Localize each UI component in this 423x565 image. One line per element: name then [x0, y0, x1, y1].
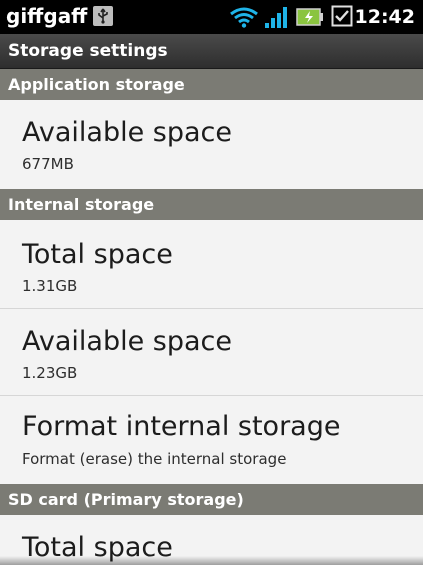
item-title: Total space: [22, 239, 173, 270]
carrier-name: giffgaff: [6, 4, 88, 28]
section-header-application-storage: Application storage: [0, 69, 423, 100]
item-title: Available space: [22, 117, 233, 148]
item-title: Format internal storage: [22, 411, 341, 442]
checkbox-notification-icon: [331, 5, 353, 27]
wifi-icon: [230, 7, 258, 28]
title-bar: Storage settings: [0, 34, 423, 69]
item-title: Available space: [22, 326, 233, 357]
section-header-internal-storage: Internal storage: [0, 189, 423, 220]
clock: 12:42: [354, 6, 415, 28]
status-bar: giffgaff 12:42: [0, 0, 423, 34]
signal-icon: [265, 7, 287, 28]
section-title: SD card (Primary storage): [8, 490, 244, 509]
list-item-internal-total-space[interactable]: Total space 1.31GB: [0, 220, 423, 308]
battery-charging-icon: [296, 8, 323, 26]
item-value: 677MB: [22, 155, 74, 173]
usb-icon: [93, 6, 113, 26]
item-value: 1.31GB: [22, 277, 78, 295]
page-title: Storage settings: [8, 41, 168, 61]
scroll-fade: [0, 556, 423, 565]
list-item-app-available-space[interactable]: Available space 677MB: [0, 100, 423, 189]
item-value: 1.23GB: [22, 364, 78, 382]
item-description: Format (erase) the internal storage: [22, 450, 287, 468]
storage-settings-screen: giffgaff 12:42 Storage settings Applicat…: [0, 0, 423, 565]
section-title: Application storage: [8, 75, 185, 94]
section-header-sd-card: SD card (Primary storage): [0, 484, 423, 515]
list-item-format-internal-storage[interactable]: Format internal storage Format (erase) t…: [0, 396, 423, 484]
list-item-internal-available-space[interactable]: Available space 1.23GB: [0, 309, 423, 395]
section-title: Internal storage: [8, 195, 155, 214]
